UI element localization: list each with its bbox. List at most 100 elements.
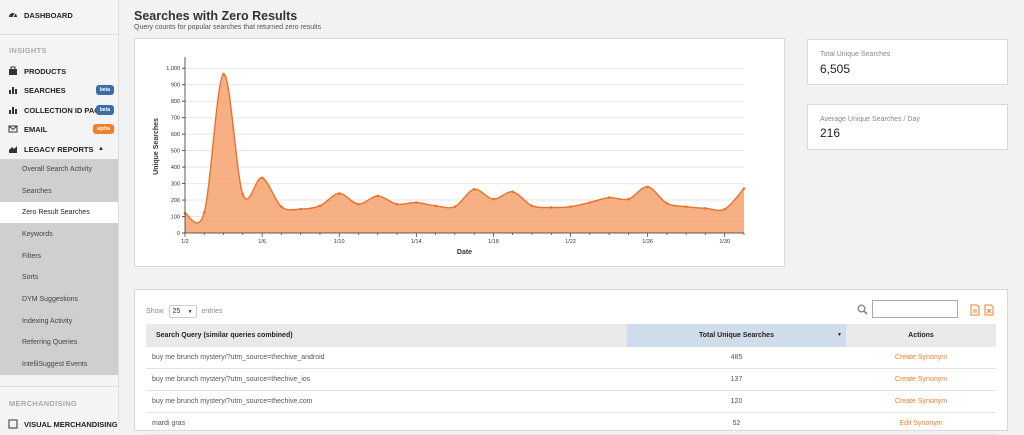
entries-label: entries	[201, 308, 223, 315]
sidebar-item-searches[interactable]: SEARCHES beta	[0, 80, 118, 100]
stat-value: 6,505	[820, 62, 851, 76]
x-tick-label: 1/2	[181, 239, 189, 245]
export-csv-icon[interactable]	[970, 303, 980, 321]
show-label: Show	[146, 308, 164, 315]
chart-card: 0 100 200 300 400 500 600 700 800 900 1,000 1/2 1/6 1…	[134, 38, 785, 267]
bar-chart-icon	[8, 105, 18, 115]
x-tick-label: 1/30	[719, 239, 730, 245]
data-point	[299, 207, 302, 211]
query-cell: buy me brunch mystery/?utm_source=thechi…	[146, 390, 627, 413]
x-axis-label: Date	[457, 249, 472, 256]
data-point	[723, 207, 727, 211]
stat-card-total: Total Unique Searches 6,505	[807, 39, 1008, 85]
submenu-item-dym-suggestions[interactable]: DYM Suggestions	[0, 289, 118, 310]
export-excel-icon[interactable]	[984, 303, 994, 321]
y-axis-label: Unique Searches	[153, 118, 160, 175]
sort-desc-icon: ▼	[837, 332, 842, 338]
results-table: Search Query (similar queries combined) …	[146, 324, 996, 435]
submenu-item-keywords[interactable]: Keywords	[0, 224, 118, 245]
data-point	[607, 196, 611, 199]
count-cell: 485	[627, 347, 846, 369]
column-header-label: Total Unique Searches	[699, 332, 774, 339]
y-tick-label: 100	[171, 215, 180, 221]
submenu-item-sorts[interactable]: Sorts	[0, 267, 118, 288]
x-tick-label: 1/10	[334, 239, 345, 245]
chevron-down-icon: ▼	[187, 308, 193, 315]
column-header-total-unique-searches[interactable]: Total Unique Searches ▼	[627, 324, 846, 347]
data-point	[549, 206, 553, 209]
data-point	[704, 206, 707, 210]
data-point	[492, 197, 495, 201]
submenu-item-searches[interactable]: Searches	[0, 181, 118, 202]
sidebar-item-legacy-reports[interactable]: LEGACY REPORTS ▲	[0, 139, 118, 159]
data-point	[395, 202, 399, 206]
column-header-query[interactable]: Search Query (similar queries combined)	[146, 324, 627, 347]
beta-badge: beta	[95, 85, 114, 95]
data-point	[646, 185, 649, 189]
data-point	[530, 204, 534, 208]
query-cell: buy me brunch mystery/?utm_source=thechi…	[146, 368, 627, 391]
sidebar-item-label: EMAIL	[24, 124, 48, 134]
alpha-badge: alpha	[92, 124, 114, 134]
data-point	[742, 187, 746, 190]
submenu-item-indexing-activity[interactable]: Indexing Activity	[0, 311, 118, 332]
data-point	[665, 202, 669, 205]
submenu-item-referring-queries[interactable]: Referring Queries	[0, 332, 118, 353]
y-tick-label: 800	[171, 99, 180, 105]
count-cell: 120	[627, 390, 846, 413]
sidebar-item-collection-id-pages[interactable]: COLLECTION ID PAGES beta	[0, 100, 118, 120]
zero-results-chart: 0 100 200 300 400 500 600 700 800 900 1,000 1/2 1/6 1…	[153, 57, 746, 256]
table-header-row: Search Query (similar queries combined) …	[146, 324, 996, 347]
action-link[interactable]: Create Synonym	[846, 368, 996, 391]
entries-select[interactable]: 25 ▼	[168, 305, 197, 318]
page-length-control: Show 25 ▼ entries	[146, 305, 223, 318]
table-row: buy me brunch mystery/?utm_source=thechi…	[146, 390, 996, 413]
y-tick-label: 300	[171, 182, 180, 188]
dashboard-icon	[8, 10, 18, 20]
sidebar-item-label: SEARCHES	[24, 85, 66, 95]
y-tick-label: 0	[177, 231, 180, 237]
x-tick-label: 1/18	[488, 239, 499, 245]
divider	[0, 386, 118, 387]
sidebar-item-email[interactable]: EMAIL alpha	[0, 119, 118, 139]
series-area	[185, 73, 744, 233]
data-point	[511, 190, 514, 194]
sidebar-item-products[interactable]: PRODUCTS	[0, 61, 118, 81]
legacy-reports-submenu: Overall Search Activity Searches Zero Re…	[0, 159, 118, 375]
bar-chart-icon	[8, 85, 18, 95]
data-point	[569, 205, 572, 208]
search-icon	[857, 302, 868, 320]
action-link[interactable]: Create Synonym	[846, 347, 996, 369]
entries-select-value: 25	[172, 308, 181, 315]
data-point	[434, 204, 437, 208]
y-tick-label: 600	[171, 132, 180, 138]
sidebar-item-label: VISUAL MERCHANDISING	[24, 419, 118, 429]
caret-up-icon: ▲	[98, 146, 104, 152]
sidebar-item-dashboard[interactable]: DASHBOARD	[0, 5, 118, 25]
stat-label: Total Unique Searches	[820, 51, 891, 58]
sidebar-item-label: PRODUCTS	[24, 66, 67, 76]
data-point	[337, 192, 341, 195]
sidebar: DASHBOARD INSIGHTS PRODUCTS SEARCHES bet…	[0, 0, 119, 429]
x-tick-label: 1/22	[565, 239, 576, 245]
data-point	[202, 211, 206, 214]
stat-value: 216	[820, 126, 841, 140]
submenu-item-zero-result-searches[interactable]: Zero Result Searches	[0, 202, 118, 223]
submenu-item-overall-search-activity[interactable]: Overall Search Activity	[0, 159, 118, 180]
action-link[interactable]: Create Synonym	[846, 390, 996, 413]
data-point	[453, 205, 457, 208]
query-cell: buy me brunch mystery/?utm_source=thechi…	[146, 347, 627, 369]
data-point	[280, 205, 283, 208]
y-tick-label: 1,000	[166, 66, 180, 72]
merchandising-icon	[8, 419, 18, 429]
submenu-item-intellisuggest-events[interactable]: IntelliSuggest Events	[0, 354, 118, 375]
page-subtitle: Query counts for popular searches that r…	[134, 24, 322, 31]
search-input[interactable]	[872, 300, 958, 318]
column-header-actions: Actions	[846, 324, 996, 347]
x-tick-label: 1/14	[411, 239, 422, 245]
data-point	[684, 205, 688, 208]
sidebar-item-visual-merchandising[interactable]: VISUAL MERCHANDISING	[0, 414, 118, 434]
submenu-item-filters[interactable]: Filters	[0, 246, 118, 267]
x-tick-label: 1/26	[642, 239, 653, 245]
data-point	[415, 201, 418, 204]
